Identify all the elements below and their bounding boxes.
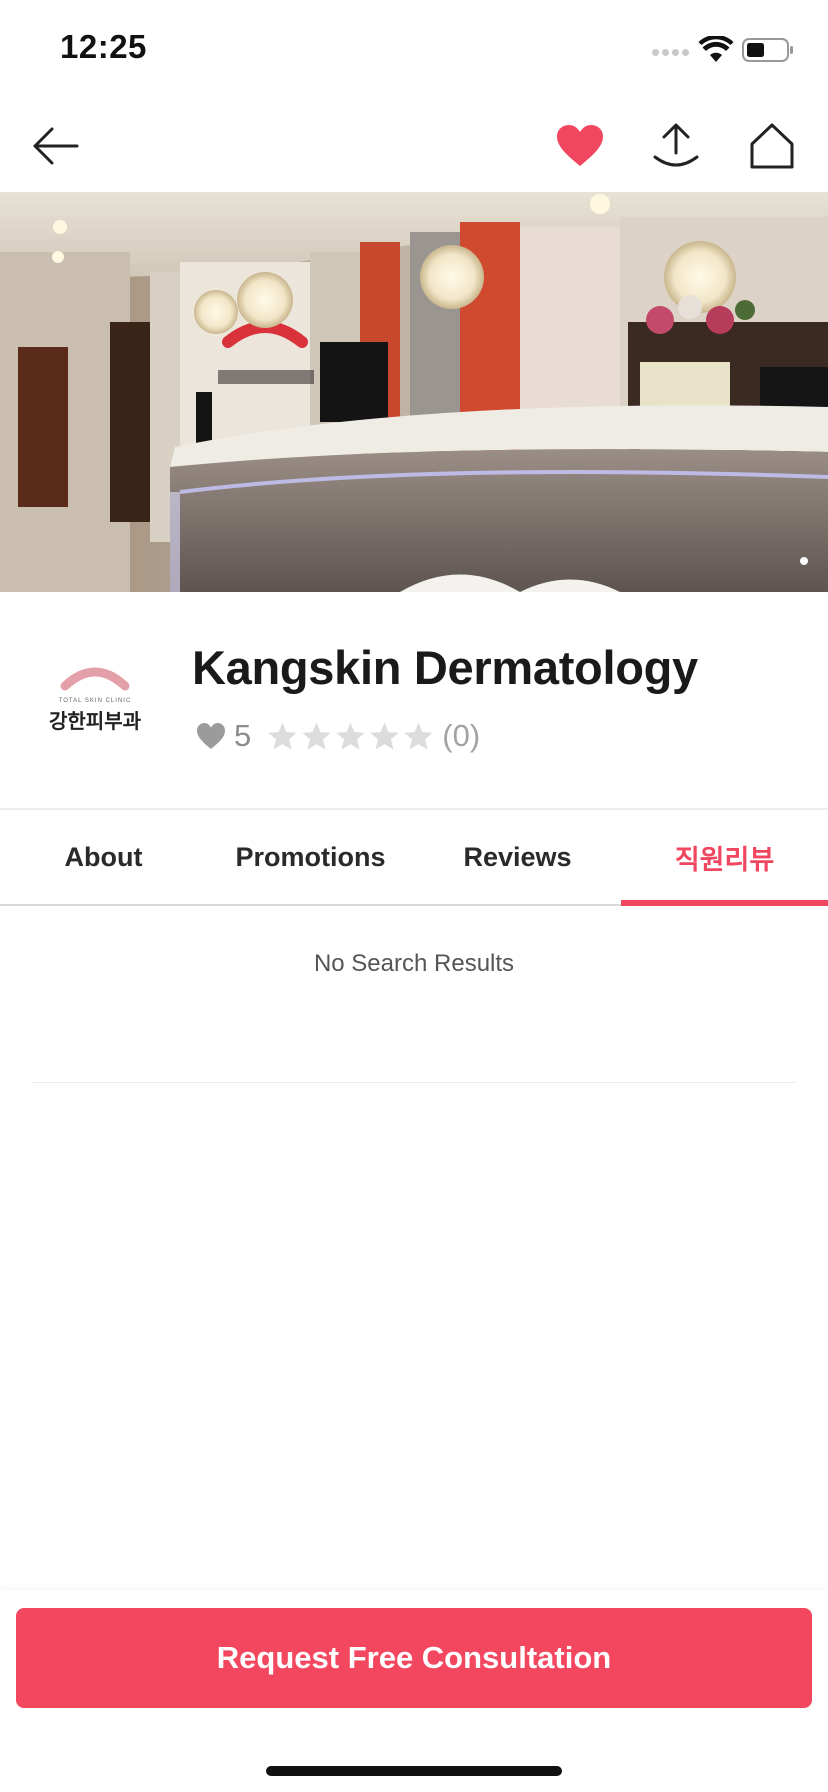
clinic-name: Kangskin Dermatology <box>192 641 698 694</box>
star-icon <box>302 722 331 750</box>
svg-text:TOTAL SKIN CLINIC: TOTAL SKIN CLINIC <box>59 698 132 704</box>
tab-about[interactable]: About <box>0 810 207 904</box>
star-icon <box>370 722 399 750</box>
bottom-action-bar: Request Free Consultation <box>0 1590 828 1792</box>
rating-stars <box>267 721 434 751</box>
navigation-bar <box>0 100 828 192</box>
wifi-icon <box>698 36 734 62</box>
home-button[interactable] <box>744 118 800 174</box>
status-bar: 12:25 <box>0 0 828 100</box>
cellular-signal-icon <box>652 49 689 56</box>
star-icon <box>404 722 433 750</box>
home-icon <box>750 123 794 169</box>
content-divider <box>32 1082 796 1083</box>
battery-icon <box>742 38 793 62</box>
back-button[interactable] <box>28 118 84 174</box>
review-count: (0) <box>442 718 481 753</box>
tab-bar: About Promotions Reviews 직원리뷰 <box>0 810 828 906</box>
star-icon <box>268 722 297 750</box>
clinic-photo-carousel[interactable] <box>0 192 828 592</box>
share-button[interactable] <box>648 118 704 174</box>
empty-state-message: No Search Results <box>313 950 515 977</box>
back-arrow-icon <box>33 127 79 165</box>
svg-text:강한피부과: 강한피부과 <box>49 709 142 733</box>
carousel-page-indicator <box>800 557 808 565</box>
tab-staff-reviews[interactable]: 직원리뷰 <box>621 810 828 906</box>
tab-promotions[interactable]: Promotions <box>207 810 414 904</box>
heart-icon <box>557 125 603 166</box>
share-icon <box>653 123 699 167</box>
clinic-reception-image <box>0 192 828 592</box>
clinic-header: TOTAL SKIN CLINIC 강한피부과 Kangskin Dermato… <box>0 592 828 808</box>
tab-reviews[interactable]: Reviews <box>414 810 621 904</box>
rating-row: 5 (0) <box>196 716 480 756</box>
status-time: 12:25 <box>60 28 147 65</box>
clinic-logo: TOTAL SKIN CLINIC 강한피부과 <box>49 667 142 733</box>
star-icon <box>336 722 365 750</box>
favorite-button[interactable] <box>552 118 608 174</box>
home-indicator[interactable] <box>266 1766 562 1776</box>
request-consultation-button[interactable]: Request Free Consultation <box>16 1608 812 1708</box>
like-count: 5 <box>234 718 252 753</box>
like-heart-icon[interactable] <box>196 722 226 750</box>
